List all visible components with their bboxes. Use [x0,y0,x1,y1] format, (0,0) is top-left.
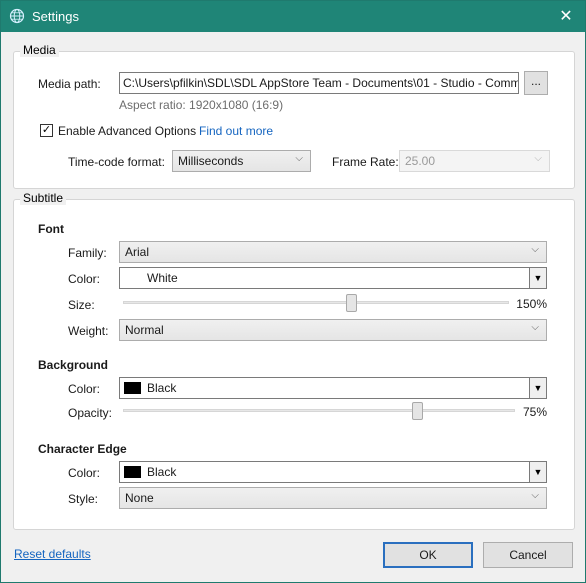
color-swatch [124,382,141,394]
subtitle-group-header: Subtitle [20,191,67,205]
font-family-value: Arial [125,245,150,259]
font-section-title: Font [38,222,64,236]
close-icon: ✕ [559,8,573,25]
slider-track [123,409,515,412]
cancel-button[interactable]: Cancel [483,542,573,568]
chevron-down-icon: ⌵ [295,153,303,164]
subtitle-group: Subtitle Font Family: Arial ⌵ Color: Whi… [13,191,575,530]
dropdown-arrow-icon[interactable]: ▼ [529,378,546,398]
chevron-down-icon: ⌵ [534,153,542,164]
window-title: Settings [32,9,79,24]
frame-rate-label: Frame Rate: [332,155,399,169]
dialog-body: Media Media path: C:\Users\pfilkin\SDL\S… [1,32,585,582]
frame-rate-select[interactable]: 25.00 ⌵ [399,150,550,172]
timecode-format-select[interactable]: Milliseconds ⌵ [172,150,311,172]
frame-rate-value: 25.00 [405,154,436,168]
title-bar[interactable]: Settings ✕ [1,1,585,32]
close-button[interactable]: ✕ [547,1,585,32]
color-swatch [124,466,141,478]
media-path-input[interactable]: C:\Users\pfilkin\SDL\SDL AppStore Team -… [119,72,519,94]
check-icon: ✓ [41,124,52,136]
slider-thumb[interactable] [345,294,357,312]
chevron-down-icon: ⌵ [531,490,539,501]
background-color-value: Black [147,381,177,395]
background-section-title: Background [38,358,109,372]
chevron-down-icon: ⌵ [531,244,539,255]
font-family-select[interactable]: Arial ⌵ [119,241,547,263]
color-swatch [124,272,141,284]
media-group-header: Media [20,43,59,57]
character-edge-section-title: Character Edge [38,442,127,456]
font-weight-select[interactable]: Normal ⌵ [119,319,547,341]
font-family-label: Family: [68,246,107,260]
font-color-picker[interactable]: White ▼ [119,267,547,289]
advanced-options-checkbox[interactable]: ✓ [40,124,53,137]
edge-color-label: Color: [68,466,101,480]
timecode-format-value: Milliseconds [178,154,244,168]
edge-color-value: Black [147,465,177,479]
reset-defaults-link[interactable]: Reset defaults [14,547,91,561]
find-out-more-link[interactable]: Find out more [199,124,273,138]
chevron-down-icon: ⌵ [531,322,539,333]
globe-icon [9,8,25,24]
edge-style-value: None [125,491,154,505]
font-weight-value: Normal [125,323,164,337]
font-color-label: Color: [68,272,101,286]
edge-color-picker[interactable]: Black ▼ [119,461,547,483]
dropdown-arrow-icon[interactable]: ▼ [529,462,546,482]
advanced-options-label: Enable Advanced Options [58,124,197,138]
dropdown-arrow-icon[interactable]: ▼ [529,268,546,288]
opacity-label: Opacity: [68,406,113,420]
ok-button[interactable]: OK [383,542,473,568]
slider-track [123,301,509,304]
settings-dialog: Settings ✕ Media Media path: C:\Users\pf… [0,0,586,583]
opacity-value: 75% [522,405,547,419]
opacity-slider[interactable] [123,401,515,421]
background-color-picker[interactable]: Black ▼ [119,377,547,399]
font-weight-label: Weight: [68,324,109,338]
font-size-slider[interactable] [123,293,509,313]
background-color-label: Color: [68,382,101,396]
font-size-label: Size: [68,298,95,312]
font-size-value: 150% [516,297,547,311]
font-color-value: White [147,271,178,285]
media-path-label: Media path: [38,77,101,91]
edge-style-label: Style: [68,492,99,506]
edge-style-select[interactable]: None ⌵ [119,487,547,509]
browse-button[interactable]: ... [524,71,548,95]
aspect-ratio-text: Aspect ratio: 1920x1080 (16:9) [119,98,284,112]
slider-thumb[interactable] [412,402,423,420]
media-group: Media Media path: C:\Users\pfilkin\SDL\S… [13,43,575,189]
timecode-format-label: Time-code format: [68,155,165,169]
